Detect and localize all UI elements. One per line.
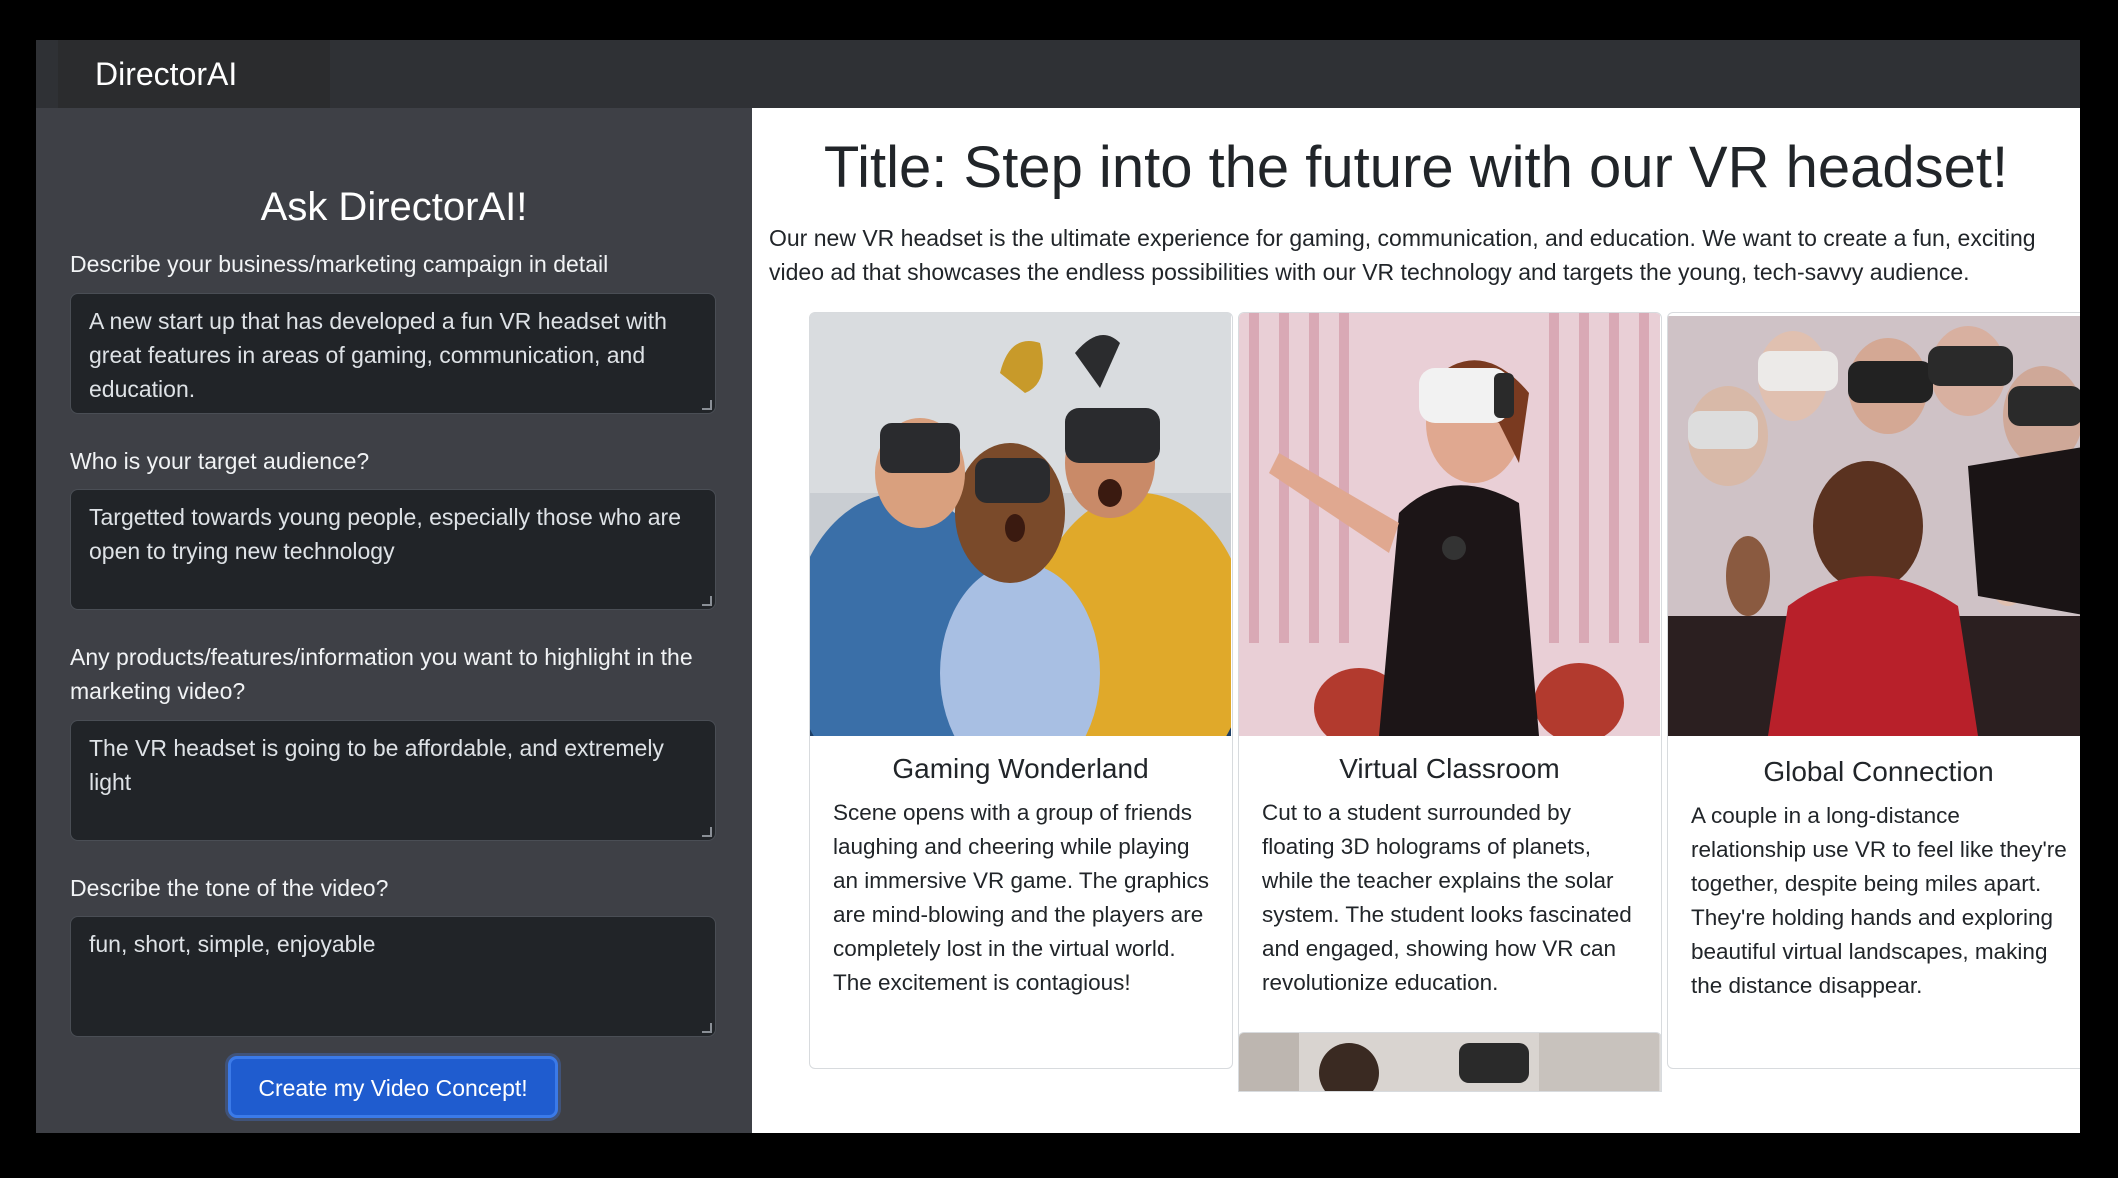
card-title: Gaming Wonderland <box>892 753 1149 784</box>
card-text: Cut to a student surrounded by floating … <box>1262 800 1632 995</box>
gaming-scene-image <box>810 313 1231 736</box>
sidebar-form: Ask DirectorAI! Describe your business/m… <box>36 108 752 1133</box>
highlights-label: Any products/features/information you wa… <box>70 644 693 704</box>
scene-card-partial <box>1238 1032 1662 1092</box>
resize-handle-icon[interactable] <box>702 400 712 410</box>
tone-value: fun, short, simple, enjoyable <box>89 931 376 957</box>
highlights-value: The VR headset is going to be affordable… <box>89 735 664 795</box>
tone-label: Describe the tone of the video? <box>70 875 389 901</box>
page-title: Title: Step into the future with our VR … <box>823 135 2009 200</box>
campaign-value: A new start up that has developed a fun … <box>89 308 667 402</box>
highlights-textarea[interactable]: The VR headset is going to be affordable… <box>70 720 716 841</box>
card-text: Scene opens with a group of friends laug… <box>833 800 1209 995</box>
main-content: Title: Step into the future with our VR … <box>752 108 2080 1133</box>
resize-handle-icon[interactable] <box>702 596 712 606</box>
card-title: Global Connection <box>1763 756 1994 787</box>
navbar: DirectorAI <box>36 40 2080 108</box>
audience-value: Targetted towards young people, especial… <box>89 504 681 564</box>
classroom-scene-image <box>1239 313 1660 736</box>
resize-handle-icon[interactable] <box>702 827 712 837</box>
card-text: A couple in a long-distance relationship… <box>1691 803 2067 998</box>
scene-card-classroom: Virtual Classroom Cut to a student surro… <box>1238 312 1662 1069</box>
campaign-label: Describe your business/marketing campaig… <box>70 251 609 277</box>
global-scene-image <box>1668 316 2080 736</box>
scene-card-gaming: Gaming Wonderland Scene opens with a gro… <box>809 312 1233 1069</box>
scene-card-global: Global Connection A couple in a long-dis… <box>1667 312 2080 1069</box>
app-window: DirectorAI Ask DirectorAI! Describe your… <box>36 40 2080 1133</box>
audience-label: Who is your target audience? <box>70 448 370 474</box>
partial-scene-image <box>1239 1033 1660 1091</box>
page-description: Our new VR headset is the ultimate exper… <box>769 225 2036 285</box>
create-video-concept-button[interactable]: Create my Video Concept! <box>228 1056 558 1118</box>
tone-textarea[interactable]: fun, short, simple, enjoyable <box>70 916 716 1037</box>
resize-handle-icon[interactable] <box>702 1023 712 1033</box>
audience-textarea[interactable]: Targetted towards young people, especial… <box>70 489 716 610</box>
campaign-textarea[interactable]: A new start up that has developed a fun … <box>70 293 716 414</box>
device-frame: DirectorAI Ask DirectorAI! Describe your… <box>0 0 2118 1178</box>
brand-logo[interactable]: DirectorAI <box>58 40 330 108</box>
card-title: Virtual Classroom <box>1339 753 1560 784</box>
sidebar-title: Ask DirectorAI! <box>260 185 528 229</box>
